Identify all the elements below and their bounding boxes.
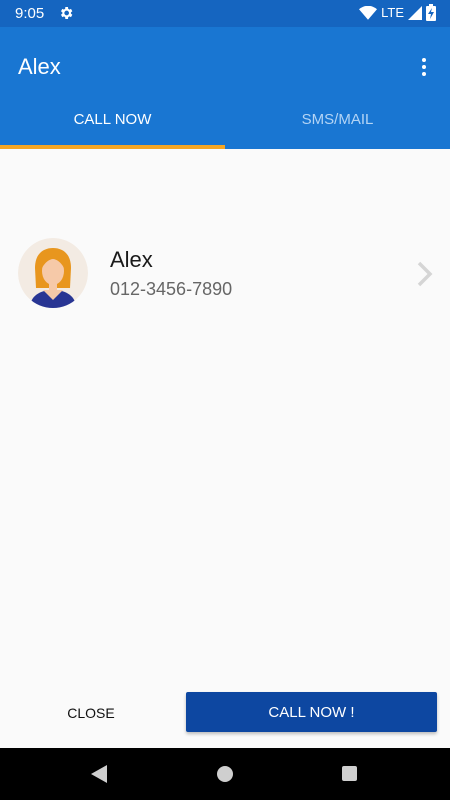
contact-item[interactable]: Alex 012-3456-7890 bbox=[18, 237, 438, 309]
avatar bbox=[18, 238, 88, 308]
menu-dot bbox=[422, 72, 426, 76]
status-icons: LTE bbox=[359, 4, 436, 21]
contact-phone: 012-3456-7890 bbox=[110, 278, 233, 299]
page-title: Alex bbox=[18, 54, 61, 79]
battery-charging-icon bbox=[426, 4, 436, 21]
menu-dot bbox=[422, 58, 426, 62]
status-time: 9:05 bbox=[15, 5, 45, 22]
contact-name: Alex bbox=[110, 246, 153, 272]
tab-sms-mail[interactable]: SMS/MAIL bbox=[225, 97, 450, 149]
menu-dot bbox=[422, 65, 426, 69]
app-bar: Alex CALL NOW SMS/MAIL bbox=[0, 27, 450, 149]
signal-icon bbox=[408, 5, 422, 20]
gear-icon bbox=[61, 7, 73, 19]
overflow-menu-icon[interactable] bbox=[412, 53, 436, 81]
home-icon[interactable] bbox=[217, 766, 233, 782]
contact-text: Alex 012-3456-7890 bbox=[110, 247, 232, 300]
call-now-button[interactable]: CALL NOW ! bbox=[186, 692, 437, 732]
network-label: LTE bbox=[381, 5, 404, 20]
tab-label: SMS/MAIL bbox=[301, 110, 374, 128]
navigation-bar bbox=[0, 748, 450, 800]
status-bar: 9:05 LTE bbox=[0, 0, 450, 27]
recents-icon[interactable] bbox=[342, 766, 357, 781]
bottom-actions: CLOSE CALL NOW ! bbox=[0, 690, 450, 736]
avatar-icon bbox=[18, 238, 88, 308]
tab-label: CALL NOW bbox=[73, 110, 152, 128]
chevron-right-icon[interactable] bbox=[416, 260, 434, 288]
wifi-icon bbox=[359, 5, 378, 20]
tab-bar: CALL NOW SMS/MAIL bbox=[0, 97, 450, 149]
tab-call-now[interactable]: CALL NOW bbox=[0, 97, 225, 149]
back-icon[interactable] bbox=[91, 765, 107, 783]
tab-indicator bbox=[0, 145, 225, 149]
close-button[interactable]: CLOSE bbox=[36, 694, 146, 732]
